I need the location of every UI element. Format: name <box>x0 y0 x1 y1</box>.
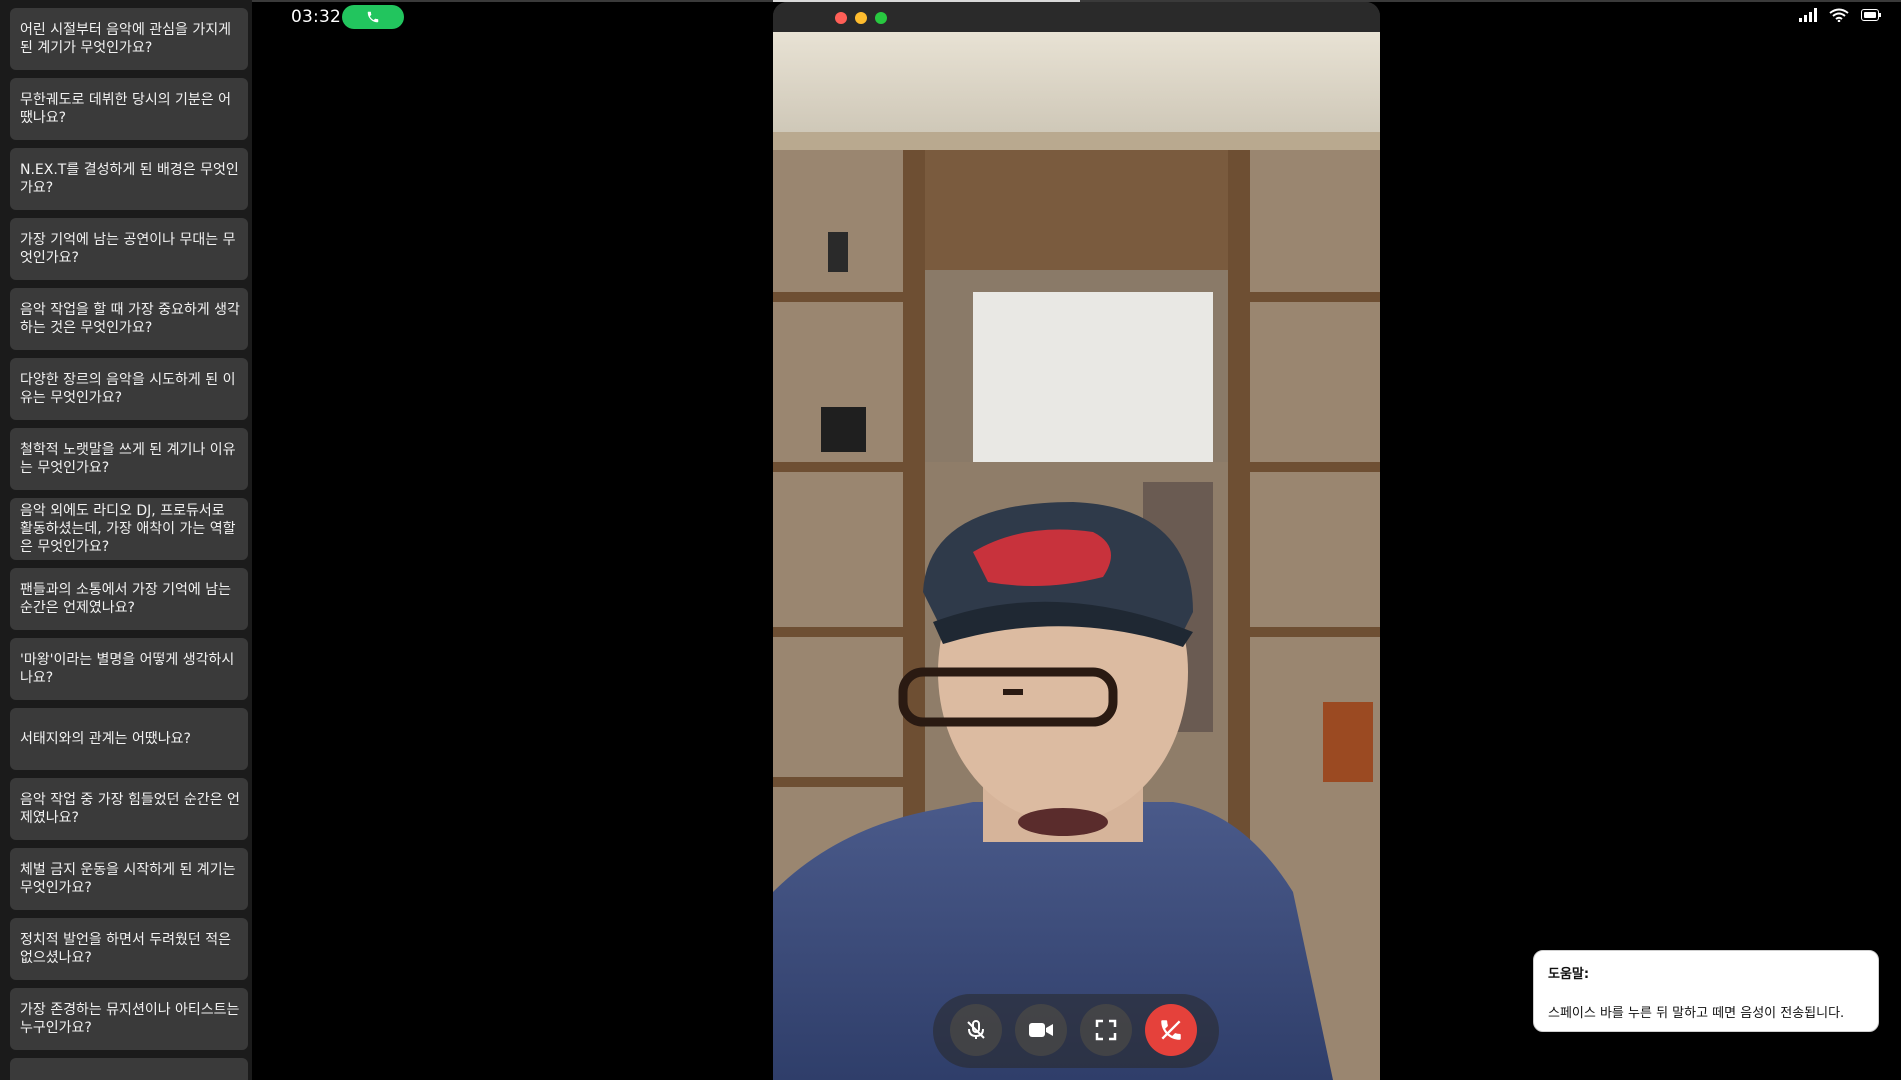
question-label: 체벌 금지 운동을 시작하게 된 계기는 무엇인가요? <box>20 862 236 896</box>
question-item[interactable]: 다양한 장르의 음악을 시도하게 된 이유는 무엇인가요? <box>10 358 248 420</box>
video-frame-image <box>773 32 1380 1080</box>
question-label: 어린 시절부터 음악에 관심을 가지게 된 계기가 무엇인가요? <box>20 22 231 56</box>
question-item[interactable]: 음악 작업 중 가장 힘들었던 순간은 언제였나요? <box>10 778 248 840</box>
question-label: 음악 작업 중 가장 힘들었던 순간은 언제였나요? <box>20 792 240 826</box>
video-call-window <box>773 2 1380 1080</box>
close-window-button[interactable] <box>835 12 847 24</box>
help-tooltip: 도움말: 스페이스 바를 누른 뒤 말하고 떼면 음성이 전송됩니다. <box>1533 950 1879 1032</box>
question-item[interactable]: 음악 작업을 할 때 가장 중요하게 생각하는 것은 무엇인가요? <box>10 288 248 350</box>
wifi-icon <box>1829 8 1849 22</box>
question-label: '마왕'이라는 별명을 어떻게 생각하시나요? <box>20 652 235 686</box>
question-label: 음악 외에도 라디오 DJ, 프로듀서로 활동하셨는데, 가장 애착이 가는 역… <box>20 503 236 555</box>
system-status-icons <box>1799 8 1881 22</box>
question-label: 서태지와의 관계는 어땠나요? <box>20 731 191 747</box>
minimize-window-button[interactable] <box>855 12 867 24</box>
fullscreen-icon <box>1095 1019 1117 1041</box>
question-item[interactable]: 무한궤도로 데뷔한 당시의 기분은 어땠나요? <box>10 78 248 140</box>
call-controls <box>933 994 1219 1068</box>
maximize-window-button[interactable] <box>875 12 887 24</box>
question-label: 음악 작업을 할 때 가장 중요하게 생각하는 것은 무엇인가요? <box>20 302 240 336</box>
help-text: 스페이스 바를 누른 뒤 말하고 떼면 음성이 전송됩니다. <box>1548 1006 1845 1021</box>
question-item[interactable]: 정치적 발언을 하면서 두려웠던 적은 없으셨나요? <box>10 918 248 980</box>
question-item[interactable]: 어린 시절부터 음악에 관심을 가지게 된 계기가 무엇인가요? <box>10 8 248 70</box>
question-label: 정치적 발언을 하면서 두려웠던 적은 없으셨나요? <box>20 932 231 966</box>
call-status-pill[interactable] <box>342 5 404 29</box>
phone-icon <box>367 11 379 23</box>
question-item[interactable]: N.EX.T를 결성하게 된 배경은 무엇인가요? <box>10 148 248 210</box>
end-call-button[interactable] <box>1145 1004 1197 1056</box>
fullscreen-button[interactable] <box>1080 1004 1132 1056</box>
question-sidebar: 어린 시절부터 음악에 관심을 가지게 된 계기가 무엇인가요? 무한궤도로 데뷔… <box>0 0 252 1080</box>
mic-off-icon <box>967 1020 985 1039</box>
call-timer: 03:32 <box>291 7 341 27</box>
question-label: 철학적 노랫말을 쓰게 된 계기나 이유는 무엇인가요? <box>20 442 236 476</box>
question-item[interactable]: 음악 외에도 라디오 DJ, 프로듀서로 활동하셨는데, 가장 애착이 가는 역… <box>10 498 248 560</box>
question-label: 무한궤도로 데뷔한 당시의 기분은 어땠나요? <box>20 92 231 126</box>
window-titlebar <box>773 2 1380 32</box>
question-item[interactable]: 체벌 금지 운동을 시작하게 된 계기는 무엇인가요? <box>10 848 248 910</box>
toggle-camera-button[interactable] <box>1015 1004 1067 1056</box>
question-label: 팬들과의 소통에서 가장 기억에 남는 순간은 언제였나요? <box>20 582 231 616</box>
remote-video-feed <box>773 32 1380 1080</box>
battery-icon <box>1861 9 1881 21</box>
question-item[interactable]: 팬들과의 소통에서 가장 기억에 남는 순간은 언제였나요? <box>10 568 248 630</box>
question-label: 가장 존경하는 뮤지션이나 아티스트는 누구인가요? <box>20 1002 240 1036</box>
question-item[interactable]: 가장 존경하는 뮤지션이나 아티스트는 누구인가요? <box>10 988 248 1050</box>
signal-icon <box>1799 8 1817 22</box>
question-label: 가장 기억에 남는 공연이나 무대는 무엇인가요? <box>20 232 236 266</box>
question-label: 다양한 장르의 음악을 시도하게 된 이유는 무엇인가요? <box>20 372 236 406</box>
mute-microphone-button[interactable] <box>950 1004 1002 1056</box>
video-camera-icon <box>1029 1023 1053 1037</box>
question-item[interactable]: '마왕'이라는 별명을 어떻게 생각하시나요? <box>10 638 248 700</box>
question-item[interactable]: 가장 기억에 남는 공연이나 무대는 무엇인가요? <box>10 218 248 280</box>
question-list: 어린 시절부터 음악에 관심을 가지게 된 계기가 무엇인가요? 무한궤도로 데뷔… <box>10 8 248 1080</box>
question-label: N.EX.T를 결성하게 된 배경은 무엇인가요? <box>20 162 239 196</box>
question-item[interactable]: 철학적 노랫말을 쓰게 된 계기나 이유는 무엇인가요? <box>10 428 248 490</box>
question-item[interactable]: 서태지와의 관계는 어땠나요? <box>10 708 248 770</box>
end-call-icon <box>1161 1020 1181 1040</box>
question-item[interactable]: 작사, 작곡, 편곡 중 가장 어려운 작 <box>10 1058 248 1080</box>
help-title: 도움말: <box>1548 967 1590 982</box>
